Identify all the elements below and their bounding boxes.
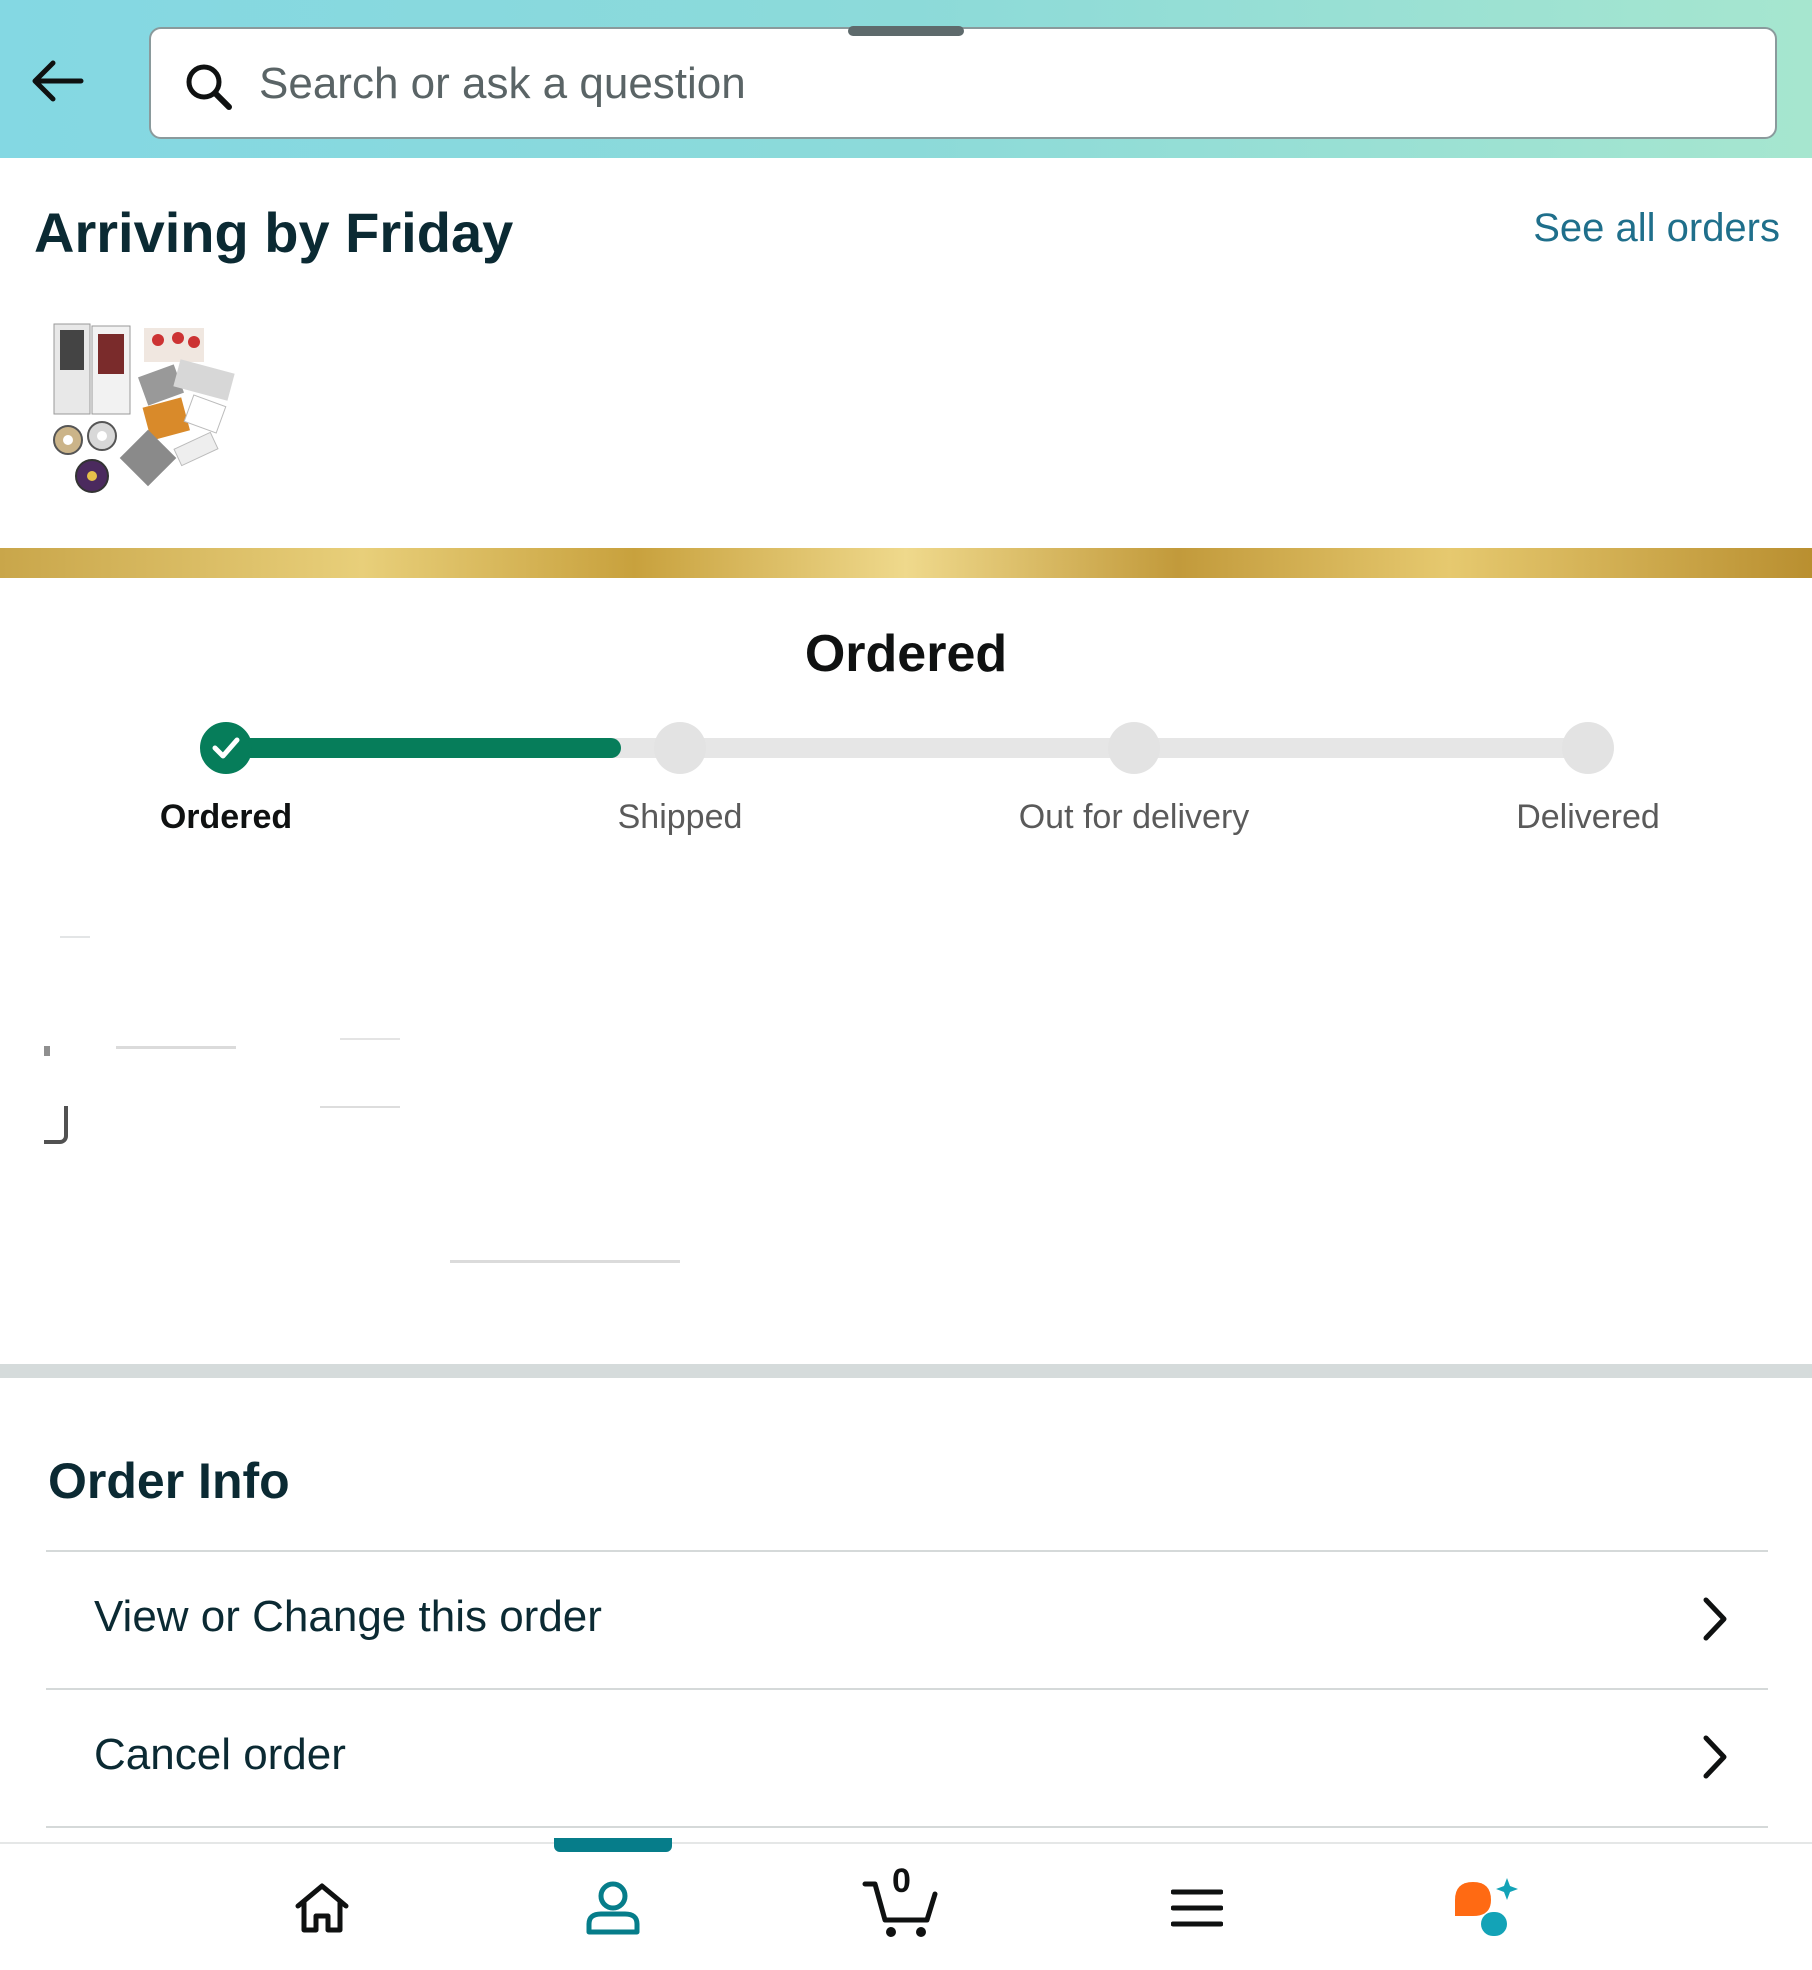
nav-home[interactable] <box>277 1868 367 1948</box>
step-label-delivered: Delivered <box>1516 798 1660 836</box>
row-label: Cancel order <box>94 1730 346 1779</box>
check-icon <box>212 737 240 759</box>
menu-icon <box>1171 1889 1223 1927</box>
product-image <box>53 323 235 493</box>
grab-handle[interactable] <box>848 26 964 36</box>
step-dot-shipped <box>654 722 706 774</box>
account-icon <box>586 1881 640 1935</box>
step-label-ordered: Ordered <box>159 798 293 836</box>
step-label-shipped: Shipped <box>617 798 743 836</box>
chevron-right-icon <box>1703 1597 1727 1641</box>
view-change-order-row[interactable]: View or Change this order <box>46 1550 1768 1688</box>
top-header: Search or ask a question <box>0 0 1812 158</box>
progress-fill <box>226 738 621 758</box>
see-all-orders-link[interactable]: See all orders <box>1533 206 1780 251</box>
assistant-icon <box>1455 1878 1518 1936</box>
redacted-details <box>40 900 740 1300</box>
search-icon <box>186 64 232 110</box>
row-divider <box>46 1826 1768 1828</box>
nav-menu[interactable] <box>1152 1868 1242 1948</box>
back-arrow-icon <box>32 60 84 102</box>
back-button[interactable] <box>24 48 90 114</box>
step-label-out-for-delivery: Out for delivery <box>1018 798 1250 836</box>
step-dot-out-for-delivery <box>1108 722 1160 774</box>
nav-cart[interactable]: 0 <box>856 1862 946 1948</box>
nav-account[interactable] <box>568 1868 658 1948</box>
row-label: View or Change this order <box>94 1592 602 1641</box>
step-dot-ordered <box>200 722 252 774</box>
cancel-order-row[interactable]: Cancel order <box>46 1688 1768 1826</box>
arriving-title: Arriving by Friday <box>34 201 514 264</box>
step-dot-delivered <box>1562 722 1614 774</box>
search-placeholder: Search or ask a question <box>259 59 746 108</box>
nav-selected-indicator <box>554 1838 672 1852</box>
product-thumbnail[interactable] <box>46 318 246 508</box>
cart-count: 0 <box>892 1862 911 1900</box>
chevron-right-icon <box>1703 1735 1727 1779</box>
gold-divider <box>0 548 1812 578</box>
nav-assistant[interactable] <box>1442 1868 1532 1948</box>
search-input[interactable]: Search or ask a question <box>149 27 1777 139</box>
status-title: Ordered <box>804 625 1008 683</box>
home-icon <box>295 1883 349 1933</box>
section-divider <box>0 1364 1812 1378</box>
order-info-title: Order Info <box>48 1453 290 1509</box>
